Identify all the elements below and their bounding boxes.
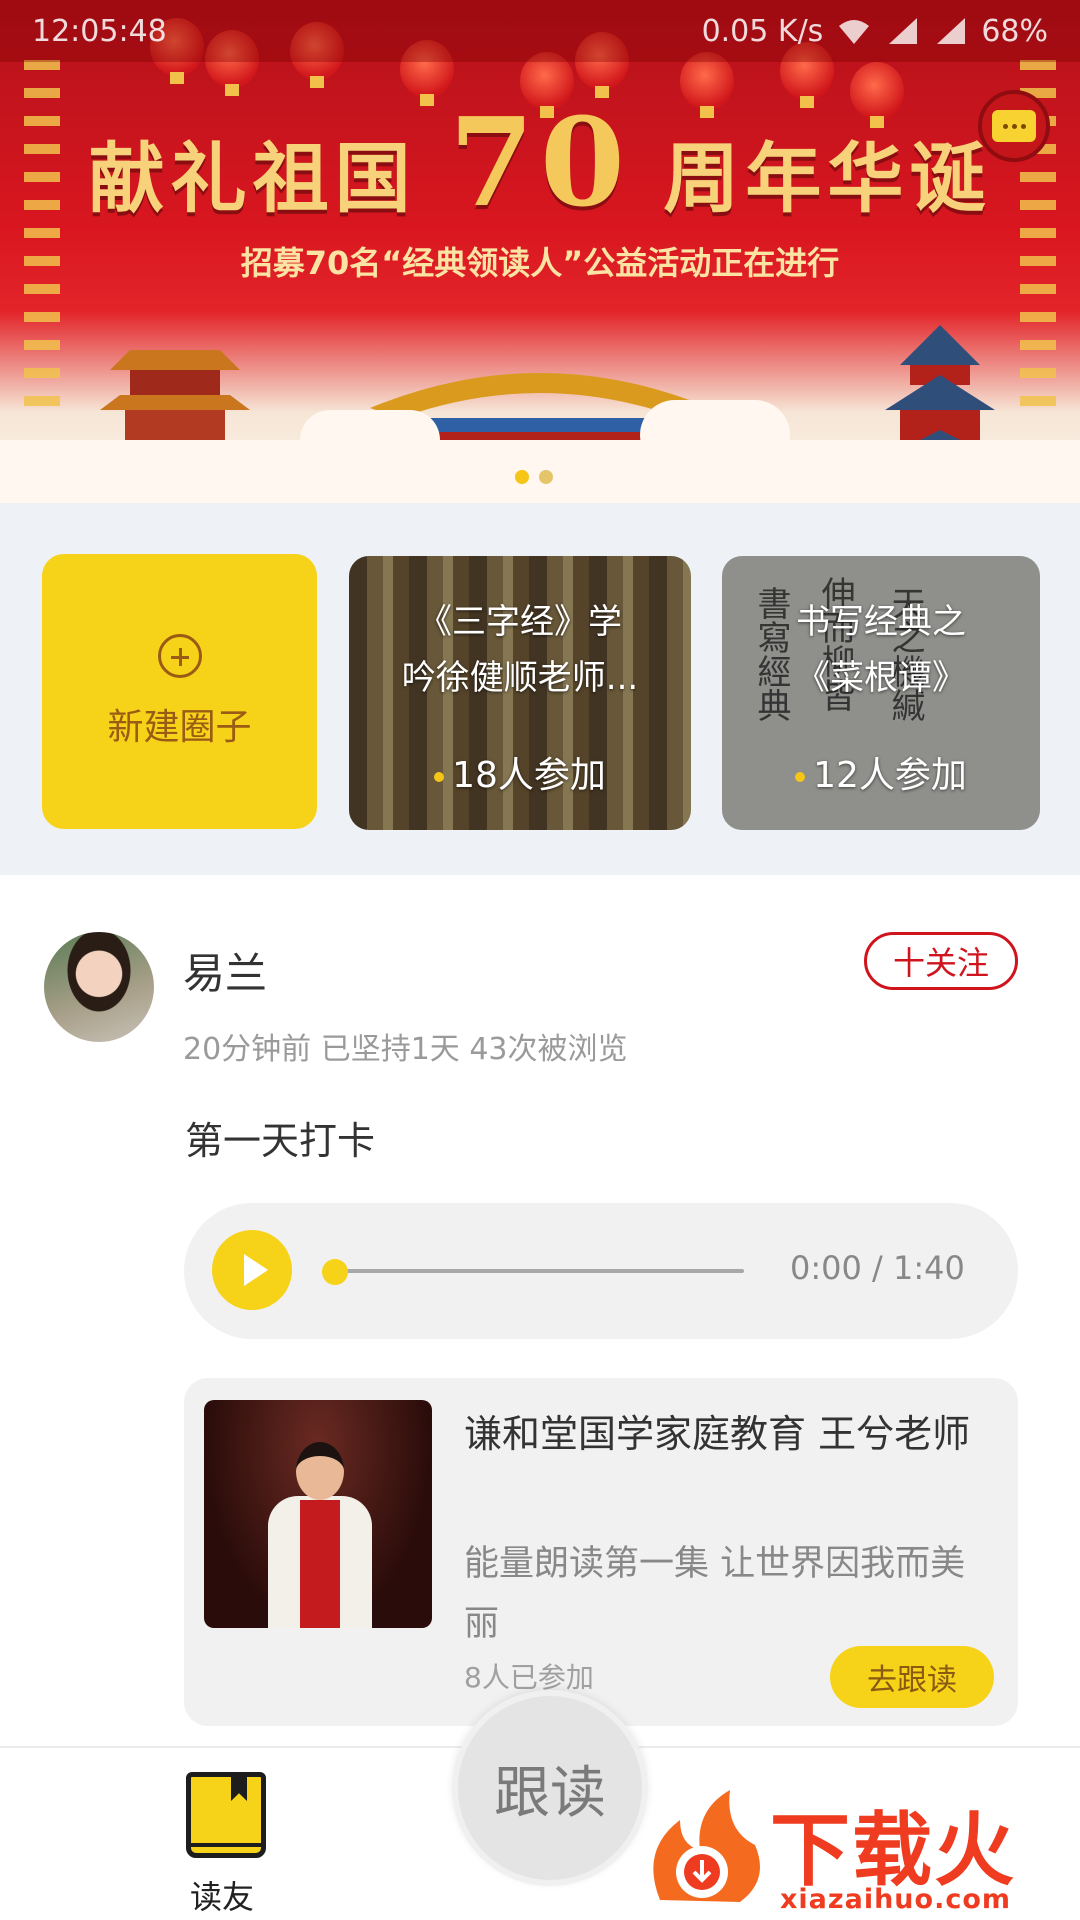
flame-logo-icon [653,1790,760,1902]
shared-content-description: 能量朗读第一集 让世界因我而美丽 [464,1544,966,1644]
dot-icon [434,772,445,782]
play-button[interactable] [212,1230,292,1310]
user-name[interactable]: 易兰 [183,940,267,1001]
pagination-dot[interactable] [515,470,529,484]
dot-icon [795,772,806,782]
audio-progress-handle[interactable] [322,1259,348,1285]
audio-progress-track[interactable] [324,1269,744,1273]
circle-card[interactable]: 書寫經典 伸而柳皆 天之機緘 书写经典之 《菜根谭》 12人参加 [722,556,1040,830]
signal-icon-2 [937,18,966,44]
status-time: 12:05:48 [32,13,167,49]
post-text: 第一天打卡 [185,1119,376,1163]
shared-content-participants: 8人已参加 [464,1661,594,1694]
chat-bubble-icon [992,110,1036,142]
plus-icon [157,633,202,678]
content-thumbnail [204,1400,432,1628]
chat-button[interactable] [978,90,1050,162]
promo-banner[interactable]: 12:05:48 0.05 K/s 68% 献礼祖国 70 周年华诞 招募70名… [0,0,1080,503]
follow-button[interactable]: 十关注 [864,932,1018,990]
watermark-url: xiazaihuo.com [780,1884,1012,1915]
circle-title: 《三字经》学 吟徐健顺老师... [401,602,639,698]
book-icon[interactable] [186,1772,266,1858]
net-speed: 0.05 K/s [701,13,824,49]
follow-read-button[interactable]: 去跟读 [830,1646,994,1708]
new-circle-button[interactable]: 新建圈子 [42,554,317,829]
shared-content-card[interactable]: 谦和堂国学家庭教育 王兮老师 能量朗读第一集 让世界因我而美丽 8人已参加 去跟… [184,1378,1018,1726]
follow-read-center-button[interactable]: 跟读 [452,1690,648,1886]
tab-reading-friends[interactable]: 读友 [190,1872,254,1918]
audio-player: 0:00 / 1:40 [184,1203,1018,1339]
status-bar: 12:05:48 0.05 K/s 68% [0,0,1080,62]
banner-subtitle: 招募70名“经典领读人”公益活动正在进行 [240,244,840,282]
avatar[interactable] [44,932,154,1042]
circle-title: 书写经典之 《菜根谭》 [796,602,966,698]
circle-participant-count: 18人参加 [349,746,691,798]
pagination-dot[interactable] [539,470,553,484]
circle-card[interactable]: 《三字经》学 吟徐健顺老师... 18人参加 [349,556,691,830]
signal-icon [889,18,918,44]
watermark: 下载火 xiazaihuo.com [640,1780,1070,1920]
banner-pagination [515,470,553,484]
battery-level: 68% [981,13,1048,49]
banner-title: 献礼祖国 70 周年华诞 [88,90,992,234]
wifi-icon [839,20,870,44]
post-meta: 20分钟前 已坚持1天 43次被浏览 [183,1032,628,1067]
shared-content-title: 谦和堂国学家庭教育 王兮老师 [464,1412,971,1456]
audio-time: 0:00 / 1:40 [790,1249,965,1287]
new-circle-label: 新建圈子 [107,706,252,748]
circle-participant-count: 12人参加 [722,746,1040,798]
